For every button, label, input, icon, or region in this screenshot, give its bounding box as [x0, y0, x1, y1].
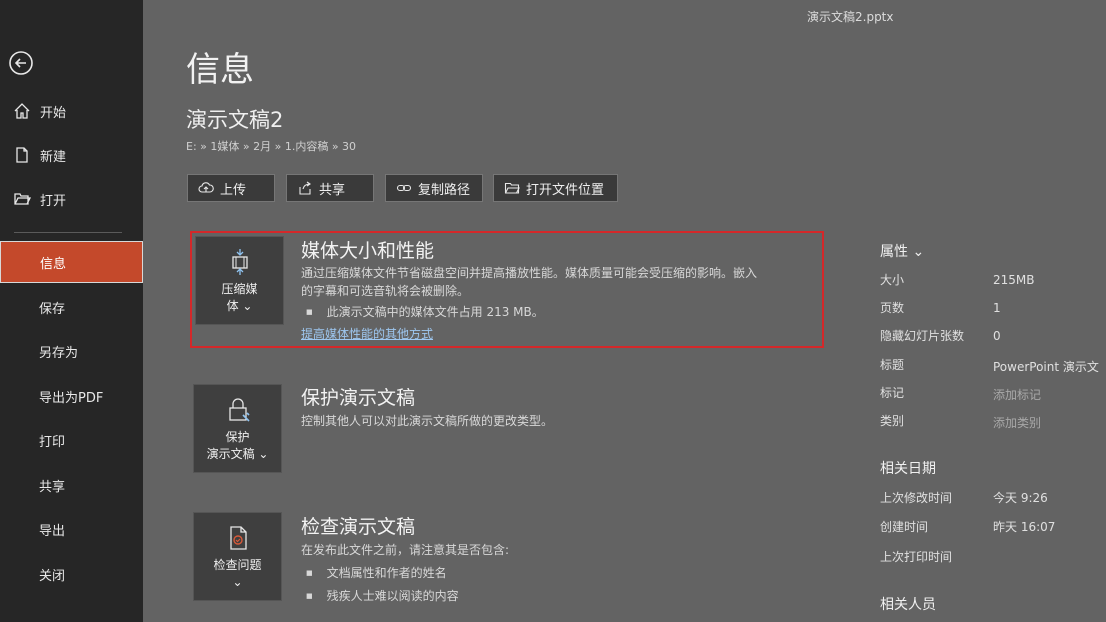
- prop-label-title: 标题: [880, 358, 905, 372]
- prop-value-hidden-slides: 0: [993, 329, 1001, 343]
- sidebar-item-close[interactable]: 关闭: [0, 554, 143, 594]
- check-issues-label-2: ⌄: [232, 574, 243, 589]
- date-value-created: 昨天 16:07: [993, 520, 1056, 534]
- prop-value-tags[interactable]: 添加标记: [993, 386, 1041, 403]
- date-label-modified: 上次修改时间: [880, 491, 953, 505]
- sidebar-item-save-as[interactable]: 另存为: [0, 331, 143, 371]
- sidebar-item-label: 打印: [39, 434, 66, 450]
- page-title: 信息: [186, 50, 254, 90]
- sidebar-item-info[interactable]: 信息: [0, 241, 143, 283]
- backstage-sidebar: 开始 新建 打开 信息 保存 另存为 导出为PDF 打印 共享 导出 关闭: [0, 0, 143, 622]
- copy-path-button[interactable]: 复制路径: [385, 174, 483, 202]
- prop-value-size: 215MB: [993, 273, 1035, 287]
- prop-value-pages: 1: [993, 301, 1001, 315]
- check-issues-button[interactable]: 检查问题 ⌄: [193, 512, 282, 601]
- sidebar-item-label: 导出为PDF: [39, 390, 104, 406]
- document-path: E: » 1媒体 » 2月 » 1.内容稿 » 30: [186, 140, 357, 153]
- sidebar-item-label: 信息: [40, 256, 67, 272]
- title-bar: 演示文稿2.pptx: [0, 0, 1106, 34]
- date-label-printed: 上次打印时间: [880, 550, 953, 564]
- back-arrow-icon: [9, 51, 33, 75]
- inspect-document-icon: [229, 525, 247, 550]
- prop-label-tags: 标记: [880, 386, 905, 400]
- upload-button-label: 上传: [220, 182, 247, 198]
- sidebar-item-new[interactable]: 新建: [0, 135, 143, 175]
- upload-button[interactable]: 上传: [187, 174, 275, 202]
- check-issues-label: 检查问题: [213, 557, 262, 572]
- inspect-section-title: 检查演示文稿: [301, 516, 416, 538]
- cloud-upload-icon: [198, 182, 214, 193]
- inspect-bullet-1: 文档属性和作者的姓名: [306, 564, 447, 581]
- sidebar-item-label: 打开: [40, 193, 67, 209]
- open-folder-icon: [12, 189, 32, 209]
- sidebar-item-open[interactable]: 打开: [0, 179, 143, 219]
- folder-icon: [504, 182, 520, 194]
- related-people-title: 相关人员: [880, 597, 936, 613]
- properties-dropdown[interactable]: 属性 ⌄: [880, 241, 924, 261]
- sidebar-item-label: 共享: [39, 479, 66, 495]
- prop-label-hidden-slides: 隐藏幻灯片张数: [880, 329, 965, 343]
- inspect-bullet-2: 残疾人士难以阅读的内容: [306, 587, 459, 604]
- share-icon: [299, 181, 311, 195]
- prop-label-categories: 类别: [880, 414, 905, 428]
- related-dates-title: 相关日期: [880, 461, 936, 477]
- sidebar-item-export[interactable]: 导出: [0, 509, 143, 549]
- sidebar-item-print[interactable]: 打印: [0, 420, 143, 460]
- prop-value-categories[interactable]: 添加类别: [993, 414, 1041, 431]
- sidebar-item-export-pdf[interactable]: 导出为PDF: [0, 376, 143, 416]
- prop-label-size: 大小: [880, 273, 905, 287]
- share-button-label: 共享: [319, 182, 346, 198]
- sidebar-item-label: 关闭: [39, 568, 66, 584]
- sidebar-item-share[interactable]: 共享: [0, 465, 143, 505]
- window-filename: 演示文稿2.pptx: [807, 10, 894, 24]
- protect-section-title: 保护演示文稿: [301, 387, 416, 409]
- share-button[interactable]: 共享: [286, 174, 374, 202]
- protect-presentation-button[interactable]: 保护 演示文稿 ⌄: [193, 384, 282, 473]
- sidebar-item-label: 新建: [40, 149, 67, 165]
- date-label-created: 创建时间: [880, 520, 929, 534]
- sidebar-item-label: 保存: [39, 301, 66, 317]
- sidebar-item-label: 导出: [39, 523, 66, 539]
- prop-label-pages: 页数: [880, 301, 905, 315]
- protect-label: 保护: [225, 429, 250, 444]
- open-file-location-button[interactable]: 打开文件位置: [493, 174, 618, 202]
- sidebar-item-label: 开始: [40, 105, 67, 121]
- document-name: 演示文稿2: [186, 108, 284, 132]
- sidebar-item-save[interactable]: 保存: [0, 287, 143, 327]
- lock-icon: [228, 397, 250, 422]
- back-button[interactable]: [8, 50, 34, 76]
- sidebar-item-label: 另存为: [39, 345, 79, 361]
- copy-path-button-label: 复制路径: [418, 182, 471, 198]
- highlight-box: [190, 231, 824, 348]
- protect-section-desc: 控制其他人可以对此演示文稿所做的更改类型。: [301, 414, 554, 428]
- prop-value-title[interactable]: PowerPoint 演示文: [993, 358, 1099, 375]
- link-icon: [396, 184, 412, 192]
- new-document-icon: [12, 145, 32, 165]
- protect-label-2: 演示文稿 ⌄: [206, 446, 269, 461]
- home-icon: [12, 101, 32, 121]
- date-value-modified: 今天 9:26: [993, 491, 1048, 505]
- sidebar-divider: [14, 232, 122, 233]
- inspect-section-desc: 在发布此文件之前，请注意其是否包含:: [301, 543, 510, 557]
- sidebar-item-home[interactable]: 开始: [0, 91, 143, 131]
- open-file-location-button-label: 打开文件位置: [526, 182, 605, 198]
